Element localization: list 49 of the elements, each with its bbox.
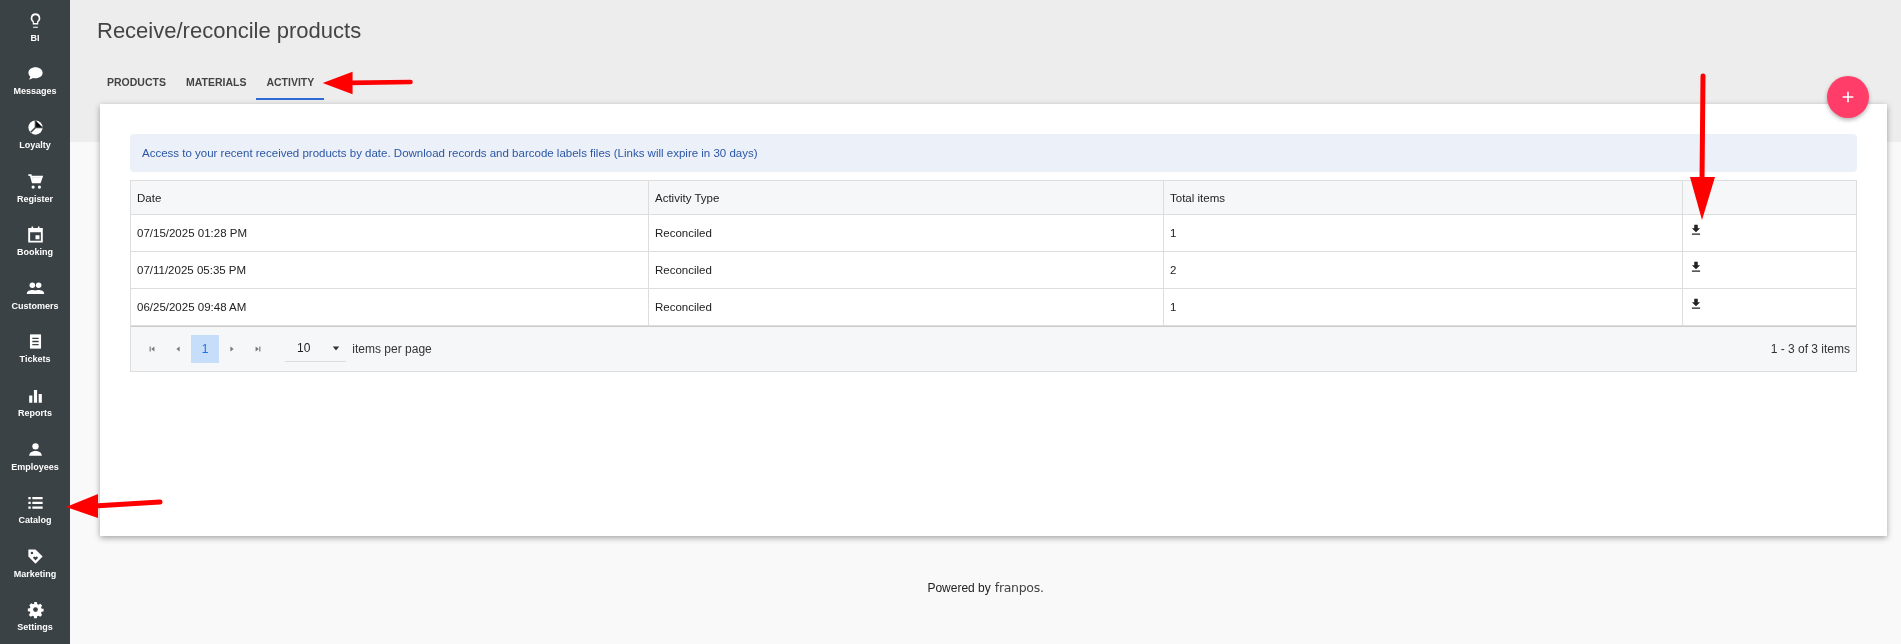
pagination-summary: 1 - 3 of 3 items: [1770, 342, 1850, 356]
page-size-label: items per page: [352, 342, 432, 356]
tag-icon: [25, 546, 45, 566]
download-icon: [1689, 260, 1703, 274]
column-header: Date: [131, 181, 649, 215]
download-button[interactable]: [1689, 297, 1703, 311]
sidebar-item[interactable]: Marketing: [0, 535, 70, 590]
table-cell: Reconciled: [649, 215, 1164, 252]
tab[interactable]: ACTIVITY: [256, 66, 325, 100]
column-header: Total items: [1164, 181, 1683, 215]
sidebar-item[interactable]: Tickets: [0, 321, 70, 376]
table-cell: 07/11/2025 05:35 PM: [131, 252, 649, 289]
sidebar-item[interactable]: Settings: [0, 589, 70, 644]
next-page-icon: [228, 345, 236, 353]
sidebar-item[interactable]: Employees: [0, 428, 70, 483]
gear-icon: [25, 600, 45, 620]
caret-icon: [332, 343, 341, 352]
tab[interactable]: PRODUCTS: [97, 66, 176, 100]
previous-page-icon: [174, 345, 182, 353]
page-size-select[interactable]: 10: [285, 336, 347, 362]
last-page-icon: [254, 345, 262, 353]
info-banner: Access to your recent received products by date. Download records and barcode labels files (Links will expire in 30 days): [130, 134, 1857, 172]
sidebar-item[interactable]: Reports: [0, 375, 70, 429]
table-cell: Reconciled: [649, 252, 1164, 289]
page-title: Receive/reconcile products: [97, 18, 363, 44]
plus-icon: [1840, 89, 1856, 105]
download-button[interactable]: [1689, 223, 1703, 237]
pie-chart-icon: [25, 118, 45, 137]
sidebar-item[interactable]: Customers: [0, 267, 70, 322]
sidebar-item[interactable]: Messages: [0, 53, 70, 108]
download-icon: [1689, 223, 1703, 237]
sidebar-item[interactable]: Catalog: [0, 482, 70, 536]
sidebar-item[interactable]: BI: [0, 0, 70, 54]
footer-text: Powered by: [927, 581, 991, 595]
first-page-icon: [148, 345, 156, 353]
column-header: Activity Type: [649, 181, 1164, 215]
tab[interactable]: MATERIALS: [175, 66, 257, 100]
table-cell: 1: [1164, 215, 1683, 252]
sidebar-item[interactable]: Register: [0, 160, 70, 215]
download-icon: [1689, 297, 1703, 311]
add-button[interactable]: [1827, 76, 1869, 118]
brand-logo: franpos.: [994, 580, 1044, 595]
download-button[interactable]: [1689, 260, 1703, 274]
calendar-icon: [25, 225, 45, 245]
cart-icon: [25, 171, 45, 191]
sidebar-item[interactable]: Booking: [0, 214, 70, 268]
sidebar-item[interactable]: Loyalty: [0, 107, 70, 161]
table-cell: 2: [1164, 252, 1683, 289]
table-cell: 07/15/2025 01:28 PM: [131, 215, 649, 252]
